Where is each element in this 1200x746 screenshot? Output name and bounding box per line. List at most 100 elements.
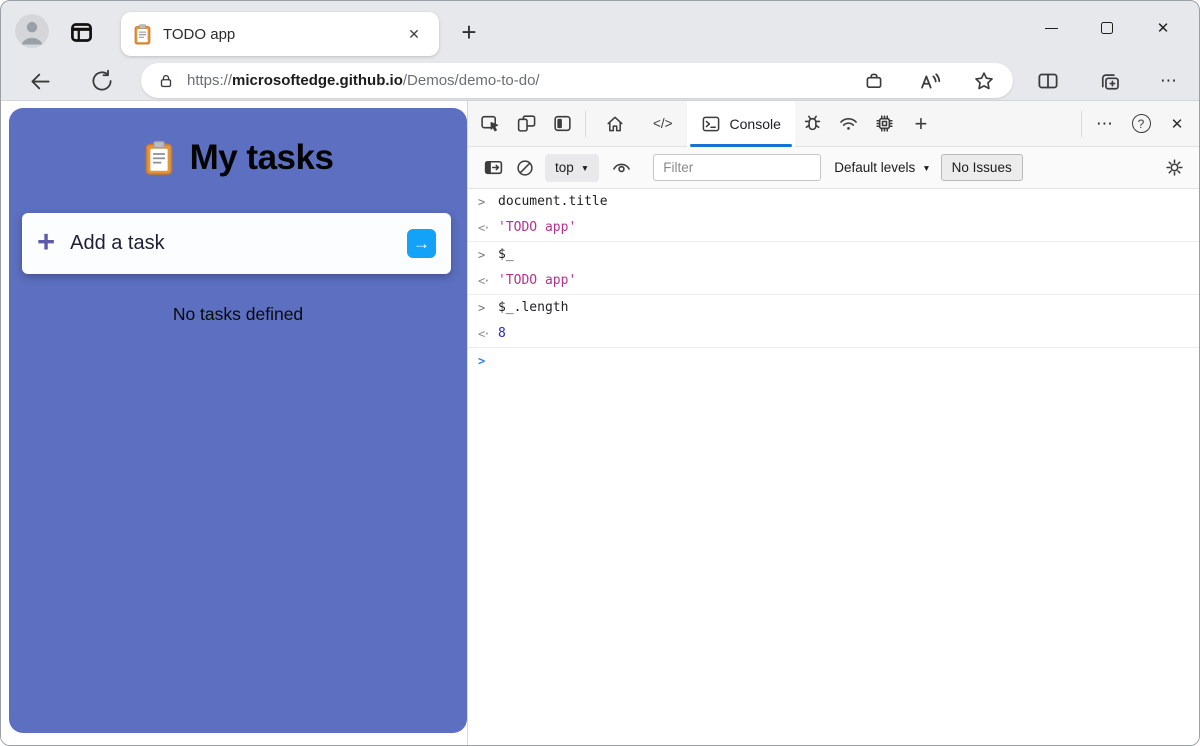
console-settings-button[interactable]: [1158, 152, 1190, 184]
browser-essentials-button[interactable]: [863, 70, 885, 92]
add-task-submit-button[interactable]: →: [407, 229, 436, 258]
devtools-tabbar: </> Console + ⋯ ? ✕: [468, 100, 1199, 147]
minimize-button[interactable]: [1023, 5, 1079, 51]
focus-mode-button[interactable]: [544, 101, 580, 147]
divider: [585, 110, 586, 137]
chevron-down-icon: ▼: [580, 162, 590, 173]
console-result-value: 8: [498, 326, 506, 341]
eye-icon: [612, 163, 630, 173]
read-aloud-button[interactable]: [917, 70, 941, 92]
browser-tab[interactable]: TODO app ✕: [121, 12, 439, 56]
filter-input[interactable]: [653, 154, 822, 181]
new-tab-button[interactable]: +: [453, 16, 485, 48]
plus-icon: +: [914, 110, 928, 136]
no-issues-button[interactable]: No Issues: [940, 154, 1023, 181]
close-icon: ✕: [1170, 115, 1184, 133]
empty-tasks-message: No tasks defined: [172, 304, 304, 324]
add-task-row[interactable]: + Add a task →: [22, 213, 451, 274]
result-chevron-icon: <·: [478, 221, 490, 235]
console-result-row: <· 8: [468, 321, 1199, 347]
log-levels-dropdown[interactable]: Default levels ▼: [834, 160, 930, 175]
reload-button[interactable]: [87, 66, 117, 96]
add-task-input[interactable]: Add a task: [70, 232, 407, 255]
tab-welcome[interactable]: [591, 101, 639, 147]
devtools-more-tabs-button[interactable]: ⋯: [1087, 101, 1123, 147]
console-icon: [702, 116, 719, 131]
clear-console-button[interactable]: [509, 152, 541, 184]
tab-performance[interactable]: [867, 101, 903, 147]
device-emulation-icon: [517, 115, 535, 132]
url-text: https://microsoftedge.github.io/Demos/de…: [187, 72, 863, 89]
browser-menu-button[interactable]: ⋯: [1154, 66, 1184, 96]
reload-icon: [92, 69, 112, 91]
inspect-icon: [480, 115, 498, 132]
wifi-icon: [840, 118, 858, 130]
address-bar[interactable]: https://microsoftedge.github.io/Demos/de…: [141, 63, 1013, 98]
profile-avatar[interactable]: [15, 14, 49, 48]
console-entry: > $_ <· 'TODO app': [468, 242, 1199, 295]
console-entry: > document.title <· 'TODO app': [468, 189, 1199, 242]
inspect-element-button[interactable]: [472, 101, 508, 147]
console-input-row: > $_: [468, 242, 1199, 268]
input-chevron-icon: >: [478, 195, 486, 209]
devtools-help-button[interactable]: ?: [1123, 101, 1159, 147]
todo-page: My tasks + Add a task → No tasks defined: [1, 101, 467, 745]
tab-console[interactable]: Console: [686, 100, 795, 147]
app-header: My tasks: [9, 108, 467, 178]
star-icon: [975, 71, 993, 89]
browser-navbar: https://microsoftedge.github.io/Demos/de…: [1, 61, 1199, 101]
workspaces-icon[interactable]: [67, 18, 95, 46]
console-input-text: $_: [498, 247, 514, 262]
devtools-close-button[interactable]: ✕: [1159, 101, 1195, 147]
tab-close-icon[interactable]: ✕: [401, 21, 427, 47]
arrow-right-icon: →: [413, 233, 430, 253]
collections-button[interactable]: [1095, 66, 1125, 96]
prompt-chevron-icon: >: [478, 354, 486, 368]
live-expression-button[interactable]: [605, 152, 637, 184]
console-result-row: <· 'TODO app': [468, 215, 1199, 241]
favorites-button[interactable]: [973, 70, 995, 92]
help-icon: ?: [1131, 114, 1151, 133]
device-emulation-button[interactable]: [508, 101, 544, 147]
clipboard-icon: [145, 141, 172, 175]
divider: [1081, 110, 1082, 137]
maximize-button[interactable]: [1079, 5, 1135, 51]
chevron-down-icon: ▼: [922, 162, 931, 173]
console-log[interactable]: > document.title <· 'TODO app' > $_ <· '…: [468, 189, 1199, 745]
input-chevron-icon: >: [478, 301, 486, 315]
tab-elements[interactable]: </>: [639, 101, 687, 147]
read-aloud-icon: [921, 72, 941, 88]
context-selector-dropdown[interactable]: top ▼: [545, 153, 600, 182]
console-toolbar: top ▼ Default levels ▼ No Issues: [468, 147, 1199, 189]
more-tools-button[interactable]: +: [903, 101, 939, 147]
minimize-icon: [1044, 27, 1058, 29]
console-result-value: 'TODO app': [498, 273, 577, 288]
lock-icon: [160, 74, 172, 87]
home-icon: [607, 116, 623, 131]
back-button[interactable]: [25, 66, 55, 96]
console-prompt-row[interactable]: >: [468, 348, 1199, 374]
console-result-value: 'TODO app': [498, 220, 577, 235]
result-chevron-icon: <·: [478, 327, 490, 341]
console-sidebar-button[interactable]: [477, 152, 509, 184]
clear-console-icon: [517, 159, 533, 176]
browser-titlebar: TODO app ✕ + ✕: [1, 1, 1199, 61]
tab-debugger[interactable]: [795, 101, 831, 147]
console-input-row: > $_.length: [468, 295, 1199, 321]
content-area: My tasks + Add a task → No tasks defined: [1, 100, 1199, 745]
console-input-text: document.title: [498, 194, 608, 209]
log-levels-label: Default levels: [834, 160, 916, 175]
devtools-panel: </> Console + ⋯ ? ✕ top ▼ Filter Default…: [467, 100, 1199, 745]
plus-icon: +: [37, 223, 56, 259]
tab-network[interactable]: [831, 101, 867, 147]
split-screen-icon: [1038, 73, 1058, 89]
split-screen-button[interactable]: [1033, 66, 1063, 96]
console-sidebar-icon: [484, 160, 502, 175]
panel-layout-icon: [553, 115, 571, 132]
person-icon: [15, 14, 49, 48]
console-tab-label: Console: [729, 115, 781, 132]
close-window-button[interactable]: ✕: [1135, 5, 1191, 51]
tab-favicon-clipboard-icon: [133, 23, 152, 45]
console-result-row: <· 'TODO app': [468, 268, 1199, 294]
context-selector-value: top: [555, 160, 574, 175]
